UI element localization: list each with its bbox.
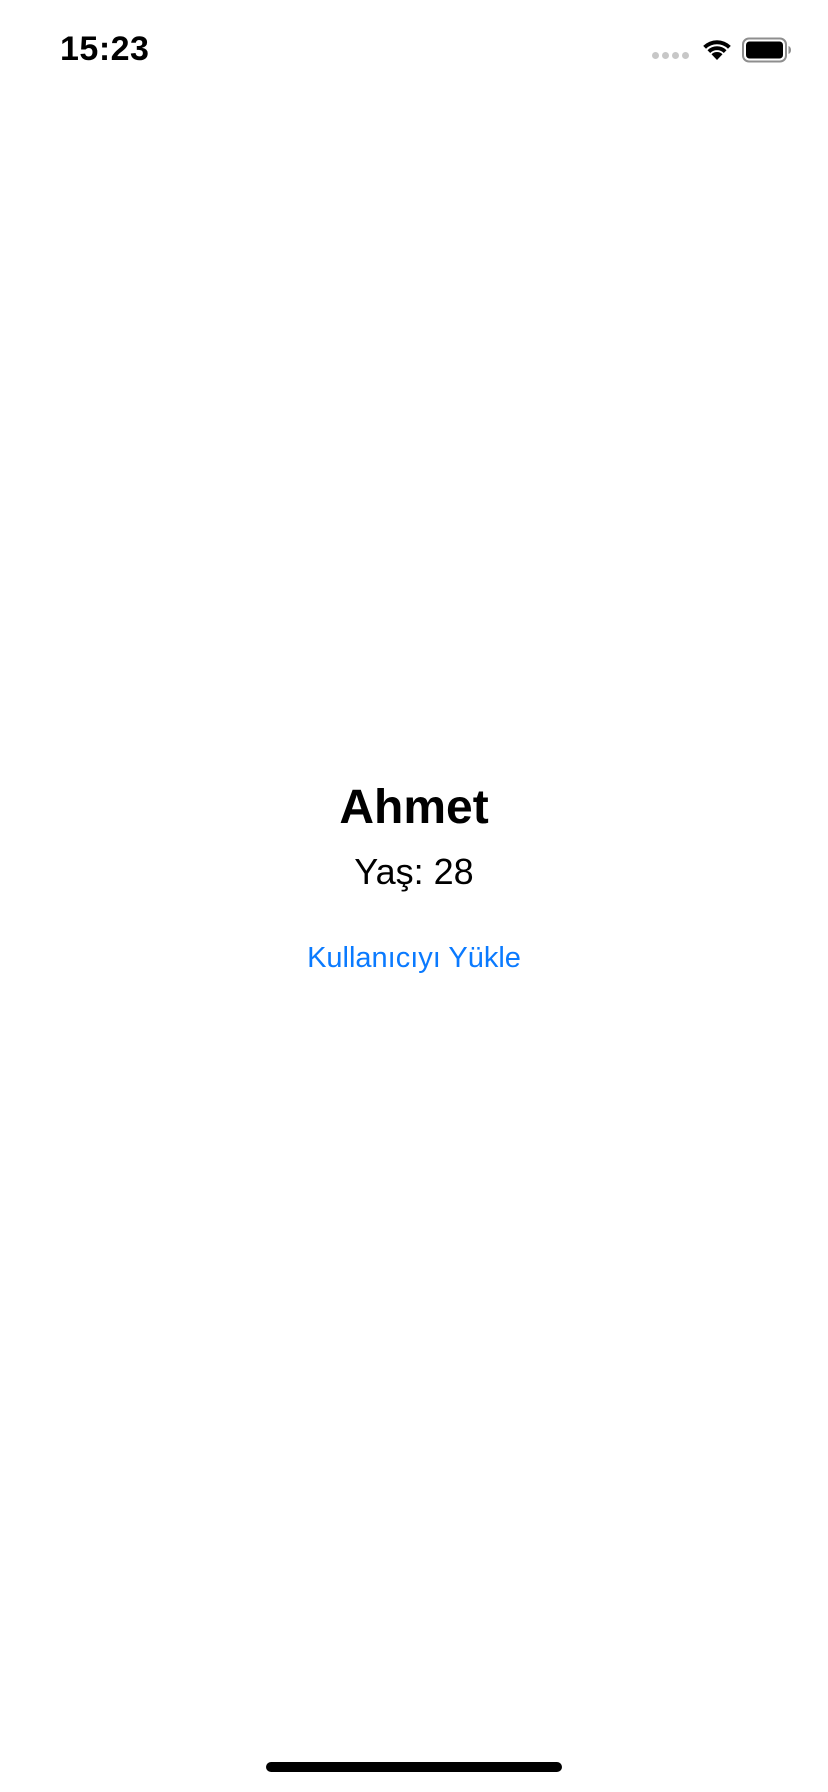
- cellular-signal-icon: [652, 52, 689, 59]
- home-indicator[interactable]: [266, 1762, 562, 1772]
- status-time: 15:23: [60, 30, 150, 68]
- battery-icon: [742, 37, 791, 63]
- load-user-button[interactable]: Kullanıcıyı Yükle: [307, 940, 521, 976]
- user-profile: Ahmet Yaş: 28 Kullanıcıyı Yükle: [0, 780, 828, 976]
- user-age: Yaş: 28: [354, 851, 474, 892]
- status-bar: 15:23: [0, 0, 828, 100]
- wifi-icon: [703, 40, 731, 60]
- user-name: Ahmet: [339, 781, 489, 834]
